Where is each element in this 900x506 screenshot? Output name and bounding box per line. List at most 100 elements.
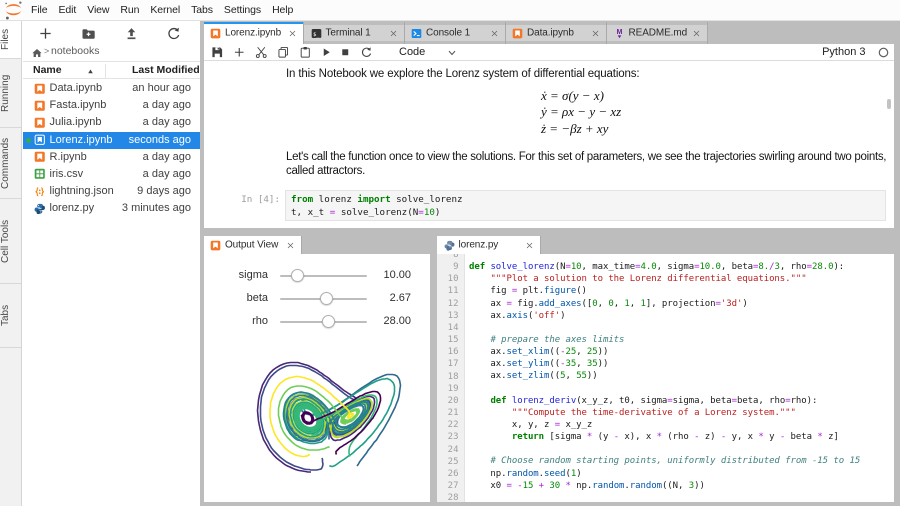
cut-cell-button[interactable] (255, 46, 268, 59)
code-cell-editor[interactable]: from lorenz import solve_lorenzt, x_t = … (285, 190, 886, 222)
menu-edit[interactable]: Edit (53, 0, 82, 20)
menu-kernel[interactable]: Kernel (145, 0, 186, 20)
file-row[interactable]: lightning.json9 days ago (23, 183, 200, 200)
editor-code-line[interactable]: def lorenz_deriv(x_y_z, t0, sigma=sigma,… (469, 395, 860, 407)
close-icon[interactable] (692, 29, 701, 38)
menu-run[interactable]: Run (115, 0, 145, 20)
editor-code-line[interactable]: ax.set_ylim((-35, 35)) (469, 358, 860, 370)
editor-code-line[interactable]: ax.axis('off') (469, 310, 860, 322)
sidebar-tab-running[interactable]: Running (0, 59, 21, 128)
tab-output-view[interactable]: Output View (204, 236, 303, 254)
editor-code-line[interactable]: np.random.seed(1) (469, 468, 860, 480)
menu-view[interactable]: View (82, 0, 115, 20)
refresh-files-button[interactable] (166, 26, 181, 41)
close-icon[interactable] (591, 29, 600, 38)
paste-cell-button[interactable] (299, 46, 312, 59)
stop-kernel-button[interactable] (339, 46, 352, 59)
kernel-status-icon[interactable] (877, 46, 890, 59)
editor-code-line[interactable] (469, 492, 860, 502)
file-row[interactable]: Fasta.ipynba day ago (23, 97, 200, 114)
tab-data-ipynb[interactable]: Data.ipynb (506, 22, 608, 44)
sidebar-tab-tabs[interactable]: Tabs (0, 284, 21, 348)
slider-track[interactable] (280, 275, 367, 278)
editor-code-line[interactable]: x, y, z = x_y_z (469, 419, 860, 431)
cell-code-line[interactable]: t, x_t = solve_lorenz(N=10) (291, 206, 885, 219)
editor-code-line[interactable]: """Compute the time-derivative of a Lore… (469, 407, 860, 419)
editor-code-line[interactable] (469, 322, 860, 334)
slider-handle[interactable] (291, 269, 304, 282)
copy-cell-button[interactable] (277, 46, 290, 59)
code-token: """Plot a solution to the Lorenz differe… (490, 274, 806, 284)
editor-code-line[interactable]: # Choose random starting points, uniform… (469, 455, 860, 467)
editor-code-line[interactable] (469, 254, 860, 261)
menu-help[interactable]: Help (267, 0, 299, 20)
save-button[interactable] (211, 46, 224, 59)
slider-handle[interactable] (322, 315, 335, 328)
code-token: , (565, 371, 576, 381)
editor-code-line[interactable]: x0 = -15 + 30 * np.random.random((N, 3)) (469, 480, 860, 492)
run-cell-button[interactable] (320, 46, 333, 59)
new-folder-button[interactable] (81, 26, 96, 41)
home-icon[interactable] (31, 47, 43, 59)
tab-console-1[interactable]: Console 1 (405, 22, 506, 44)
breadcrumb-folder[interactable]: notebooks (51, 45, 99, 57)
menu-file[interactable]: File (26, 0, 54, 20)
column-header-modified[interactable]: Last Modified (132, 64, 200, 76)
tab-lorenz-ipynb[interactable]: Lorenz.ipynb (204, 22, 305, 44)
editor-code-line[interactable]: # prepare the axes limits (469, 334, 860, 346)
notebook-content[interactable]: In this Notebook we explore the Lorenz s… (204, 61, 894, 228)
editor-code-line[interactable] (469, 383, 860, 395)
tab-terminal-1[interactable]: Terminal 1 (304, 22, 405, 44)
close-icon[interactable] (525, 241, 534, 250)
menu-settings[interactable]: Settings (218, 0, 266, 20)
add-cell-button[interactable] (233, 46, 246, 59)
chevron-down-icon[interactable] (446, 47, 458, 59)
file-row[interactable]: R.ipynba day ago (23, 149, 200, 166)
editor-code-line[interactable] (469, 443, 860, 455)
sort-ascending-icon[interactable] (86, 67, 95, 76)
file-row[interactable]: Julia.ipynba day ago (23, 114, 200, 131)
editor-code-line[interactable]: return [sigma * (y - x), x * (rho - z) -… (469, 431, 860, 443)
markdown-cell-text[interactable]: In this Notebook we explore the Lorenz s… (286, 68, 639, 80)
close-icon[interactable] (286, 241, 295, 250)
line-number: 10 (437, 273, 459, 285)
upload-button[interactable] (124, 26, 139, 41)
close-icon[interactable] (490, 29, 499, 38)
restart-kernel-button[interactable] (360, 46, 373, 59)
markdown-cell-text-2[interactable]: Let's call the function once to view the… (286, 150, 886, 178)
menu-tabs[interactable]: Tabs (186, 0, 219, 20)
editor-code-line[interactable]: fig = plt.figure() (469, 285, 860, 297)
editor-code-line[interactable]: ax.set_xlim((-25, 25)) (469, 346, 860, 358)
kernel-name[interactable]: Python 3 (822, 46, 865, 58)
notebook-scrollbar-thumb[interactable] (887, 99, 891, 109)
cell-code-line[interactable]: from lorenz import solve_lorenz (291, 193, 885, 206)
code-token: # Choose random starting points, uniform… (490, 456, 860, 466)
file-row[interactable]: Data.ipynban hour ago (23, 80, 200, 97)
tab-lorenz-py[interactable]: lorenz.py (437, 236, 541, 254)
editor-code-line[interactable]: """Plot a solution to the Lorenz differe… (469, 273, 860, 285)
tab-readme-md[interactable]: README.md (607, 22, 708, 44)
editor-code-line[interactable]: ax = fig.add_axes([0, 0, 1, 1], projecti… (469, 298, 860, 310)
editor-panel[interactable]: 8910111213141516171819202122232425262728… (437, 254, 894, 502)
file-row[interactable]: iris.csva day ago (23, 166, 200, 183)
editor-code-line[interactable]: ax.set_zlim((5, 55)) (469, 370, 860, 382)
file-row[interactable]: lorenz.py3 minutes ago (23, 200, 200, 217)
slider-track[interactable] (280, 298, 367, 301)
slider-handle[interactable] (320, 292, 333, 305)
close-icon[interactable] (389, 29, 398, 38)
sidebar-tab-label: Files (0, 21, 21, 58)
slider-track[interactable] (280, 321, 367, 324)
code-token: )) (598, 347, 609, 357)
sidebar-tab-files[interactable]: Files (0, 21, 21, 59)
column-header-name[interactable]: Name (33, 64, 62, 76)
close-icon[interactable] (288, 29, 297, 38)
sidebar-tab-cell-tools[interactable]: Cell Tools (0, 199, 21, 284)
editor-code-line[interactable]: def solve_lorenz(N=10, max_time=4.0, sig… (469, 261, 860, 273)
sidebar-tab-commands[interactable]: Commands (0, 128, 21, 199)
code-token: [sigma (544, 432, 587, 442)
code-token (469, 456, 490, 466)
editor-code[interactable]: def solve_lorenz(N=10, max_time=4.0, sig… (469, 254, 860, 502)
cell-type-select[interactable]: Code (399, 46, 425, 58)
new-launcher-button[interactable] (38, 26, 53, 41)
file-row[interactable]: Lorenz.ipynbseconds ago (23, 132, 200, 149)
